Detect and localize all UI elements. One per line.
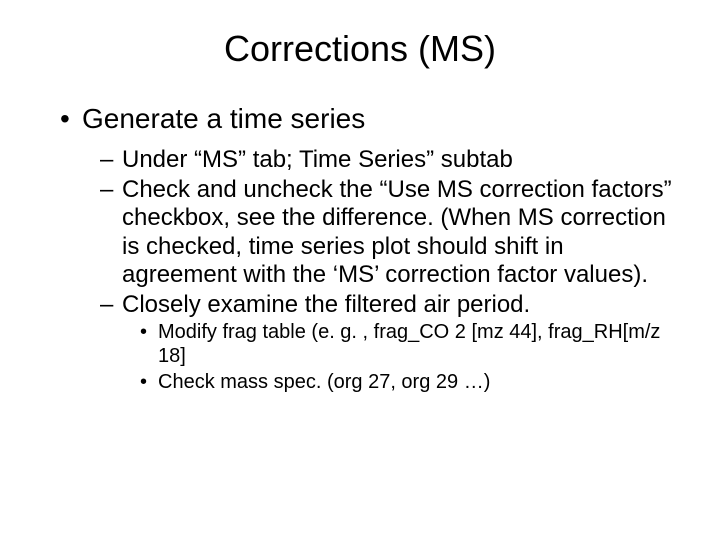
bullet-level2-text: Under “MS” tab; Time Series” subtab [122, 146, 513, 173]
bullet-level2: –Closely examine the filtered air period… [100, 291, 680, 319]
bullet-level2: –Check and uncheck the “Use MS correctio… [100, 176, 680, 289]
bullet-level3: •Modify frag table (e. g. , frag_CO 2 [m… [140, 321, 680, 368]
bullet-level1: •Generate a time series [60, 102, 680, 136]
bullet-level3: •Check mass spec. (org 27, org 29 …) [140, 371, 680, 395]
bullet-level2-text: Check and uncheck the “Use MS correction… [122, 176, 672, 288]
bullet-level3-text: Check mass spec. (org 27, org 29 …) [158, 371, 490, 393]
bullet-dot-icon: • [140, 371, 158, 395]
dash-icon: – [100, 291, 122, 319]
dash-icon: – [100, 146, 122, 174]
bullet-level2-text: Closely examine the filtered air period. [122, 291, 530, 318]
bullet-dot-icon: • [140, 321, 158, 345]
bullet-level2: –Under “MS” tab; Time Series” subtab [100, 146, 680, 174]
dash-icon: – [100, 176, 122, 204]
slide: Corrections (MS) •Generate a time series… [0, 0, 720, 540]
bullet-level1-text: Generate a time series [82, 103, 365, 134]
bullet-dot-icon: • [60, 102, 82, 136]
bullet-level3-text: Modify frag table (e. g. , frag_CO 2 [mz… [158, 321, 660, 367]
slide-title: Corrections (MS) [40, 28, 680, 70]
